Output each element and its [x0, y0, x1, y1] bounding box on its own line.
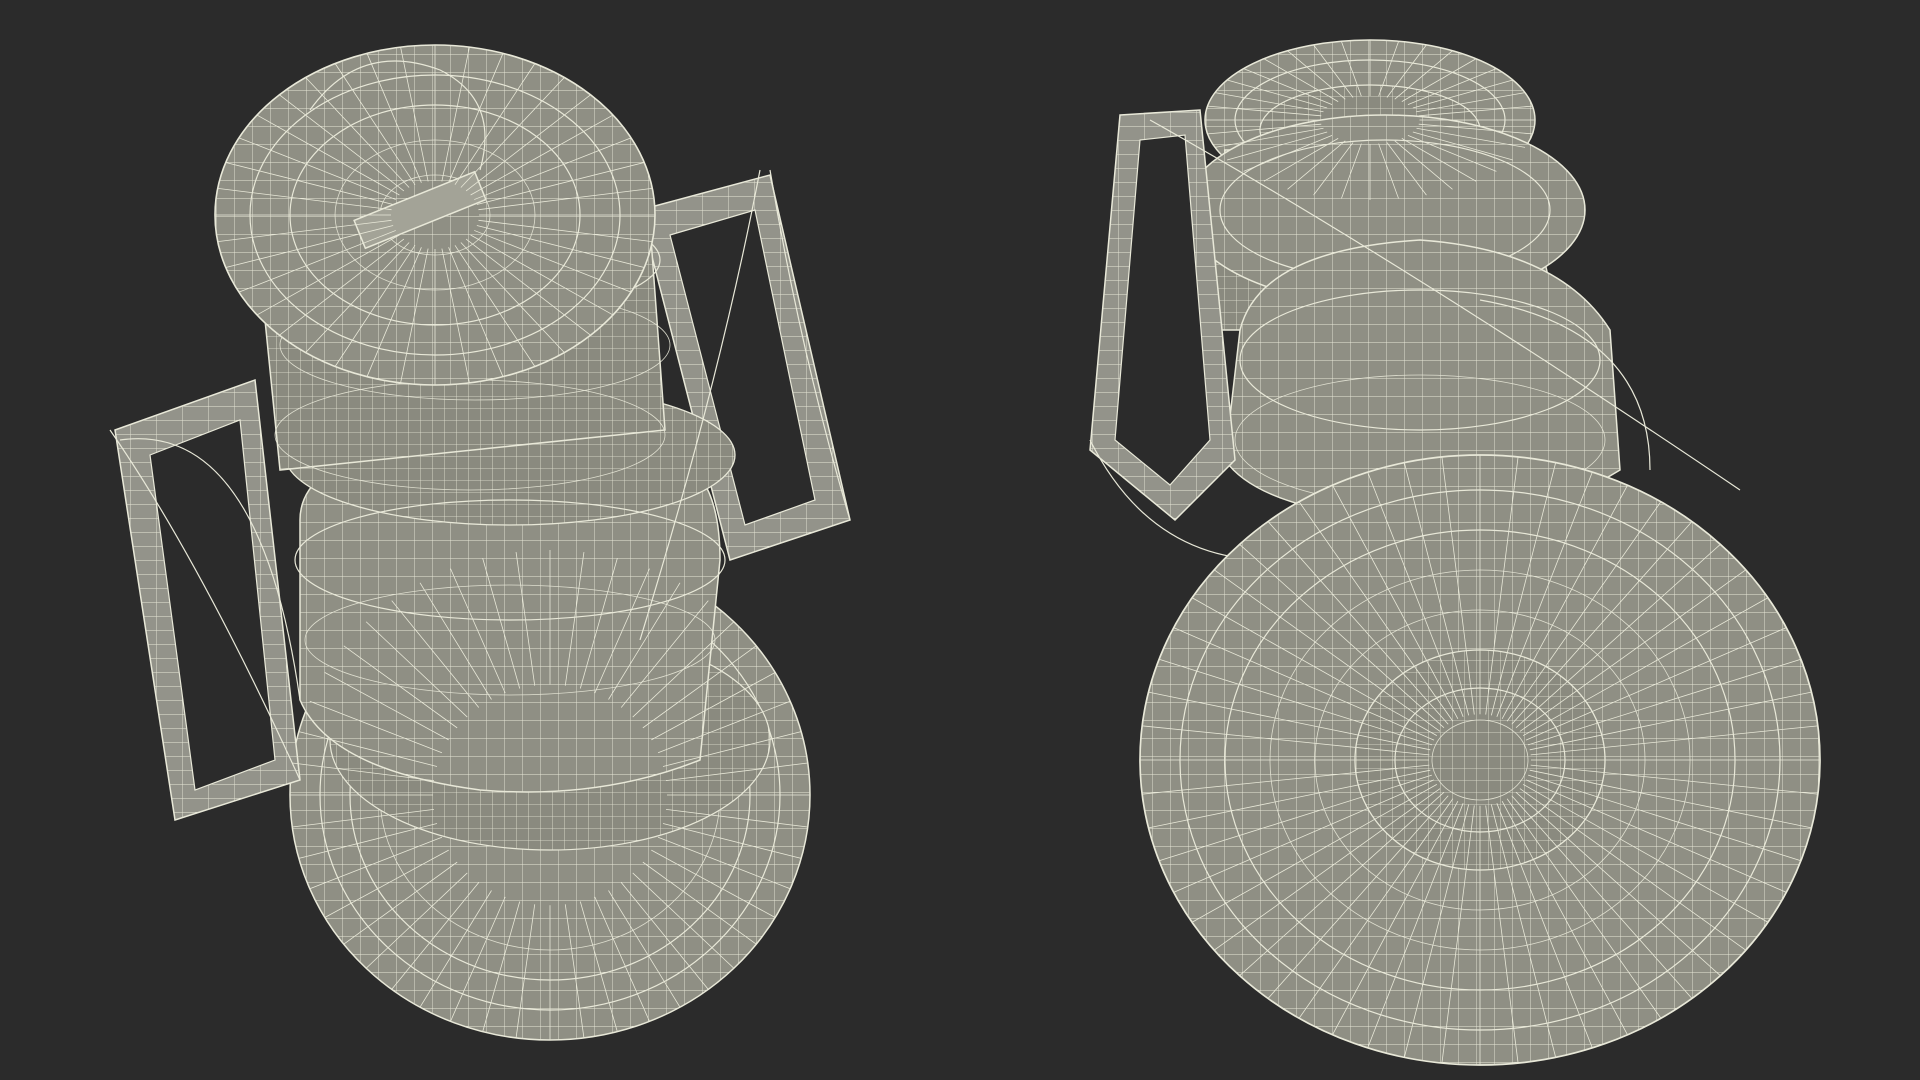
- render-viewport: [0, 0, 1920, 1080]
- lantern-top-view: [109, 44, 851, 1041]
- wireframe-render: [109, 39, 1821, 1066]
- lantern-bottom-view: [1089, 39, 1821, 1066]
